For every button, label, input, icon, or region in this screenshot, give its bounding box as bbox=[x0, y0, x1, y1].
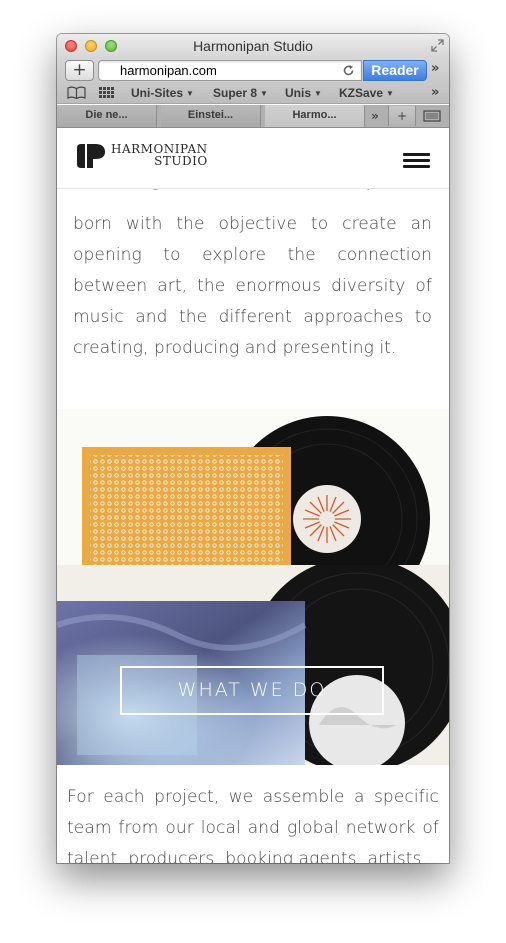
bookmarks-bar: Uni-Sites ▼ Super 8 ▼ Unis ▼ KZSave ▼ » bbox=[57, 83, 449, 104]
logo-wordmark[interactable]: HARMONIPAN STUDIO bbox=[111, 143, 208, 167]
vinyl-record-illustration bbox=[57, 409, 449, 569]
chevron-down-icon: ▼ bbox=[314, 89, 322, 98]
tab-bar: Die ne... Einstei... Harmo... » + bbox=[57, 105, 449, 128]
address-toolbar: + harmonipan.com Reader » bbox=[57, 58, 449, 83]
harmonipan-logo-icon[interactable] bbox=[76, 142, 106, 170]
site-header: HARMONIPAN STUDIO bbox=[57, 129, 449, 189]
page-viewport[interactable]: HARMONIPAN STUDIO other organizations. O… bbox=[57, 129, 449, 863]
bookmark-label: Uni-Sites bbox=[131, 86, 184, 100]
address-text[interactable]: harmonipan.com bbox=[120, 63, 217, 78]
chevron-down-icon: ▼ bbox=[386, 89, 394, 98]
intro-paragraph: born with the objective to create an ope… bbox=[73, 214, 432, 358]
window-title: Harmonipan Studio bbox=[193, 38, 313, 54]
add-bookmark-button[interactable]: + bbox=[65, 60, 94, 81]
hamburger-bar bbox=[403, 153, 430, 156]
tabs-overflow-button[interactable]: » bbox=[363, 106, 387, 126]
grid-icon[interactable] bbox=[99, 86, 114, 100]
body-paragraph: For each project, we assemble a specific… bbox=[67, 787, 439, 863]
hamburger-bar bbox=[403, 159, 430, 162]
book-icon[interactable] bbox=[67, 86, 86, 100]
address-field[interactable]: harmonipan.com bbox=[98, 60, 362, 81]
logo-line-2: STUDIO bbox=[154, 154, 208, 168]
tab-die-ne[interactable]: Die ne... bbox=[57, 105, 157, 127]
bookmark-label: KZSave bbox=[339, 86, 384, 100]
bookmark-uni-sites[interactable]: Uni-Sites ▼ bbox=[131, 86, 194, 100]
bookmarks-overflow-button[interactable]: » bbox=[431, 85, 439, 100]
what-we-do-button[interactable]: WHAT WE DO bbox=[120, 666, 384, 715]
bookmark-kzsave[interactable]: KZSave ▼ bbox=[339, 86, 394, 100]
hero-banner-image bbox=[57, 565, 449, 765]
chevron-down-icon: ▼ bbox=[260, 89, 268, 98]
browser-window: Harmonipan Studio + harmonipan.com Reade… bbox=[57, 34, 449, 863]
tab-harmonipan[interactable]: Harmo... bbox=[265, 105, 365, 127]
tab-overview-icon[interactable] bbox=[423, 110, 441, 122]
title-bar: Harmonipan Studio bbox=[57, 34, 449, 58]
chevron-down-icon: ▼ bbox=[186, 89, 194, 98]
bookmark-super-8[interactable]: Super 8 ▼ bbox=[213, 86, 268, 100]
new-tab-button[interactable]: + bbox=[388, 106, 416, 126]
fullscreen-icon[interactable] bbox=[430, 38, 445, 53]
toolbar-overflow-button[interactable]: » bbox=[431, 61, 439, 76]
vinyl-record-image bbox=[57, 409, 449, 569]
tab-einstei[interactable]: Einstei... bbox=[161, 105, 261, 127]
reload-icon[interactable] bbox=[342, 64, 355, 77]
bookmark-unis[interactable]: Unis ▼ bbox=[285, 86, 322, 100]
bookmark-label: Super 8 bbox=[213, 86, 258, 100]
hero-banner-illustration bbox=[57, 565, 449, 765]
reader-button[interactable]: Reader bbox=[363, 60, 427, 81]
menu-button[interactable] bbox=[403, 153, 430, 168]
hamburger-bar bbox=[403, 165, 430, 168]
bookmark-label: Unis bbox=[285, 86, 312, 100]
